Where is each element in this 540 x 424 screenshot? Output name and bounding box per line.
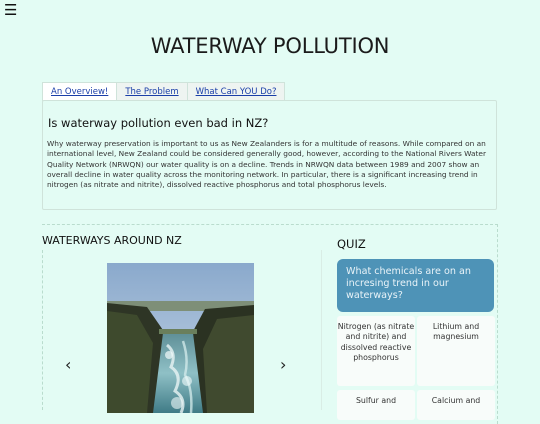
quiz-answer-option[interactable]: Sulfur and bbox=[337, 390, 415, 420]
overview-heading: Is waterway pollution even bad in NZ? bbox=[48, 116, 269, 130]
waterways-heading: WATERWAYS AROUND NZ bbox=[42, 234, 182, 247]
tab-overview[interactable]: An Overview! bbox=[42, 82, 118, 101]
tab-what-can-you-do[interactable]: What Can YOU Do? bbox=[186, 82, 286, 101]
quiz-answer-option[interactable]: Calcium and bbox=[417, 390, 495, 420]
quiz-heading: QUIZ bbox=[337, 237, 366, 251]
page-title: WATERWAY POLLUTION bbox=[150, 34, 390, 58]
quiz-answer-option[interactable]: Lithium and magnesium bbox=[417, 316, 495, 386]
tab-the-problem[interactable]: The Problem bbox=[116, 82, 188, 101]
carousel-prev-button[interactable]: ‹ bbox=[65, 357, 71, 373]
tab-bar: An Overview! The Problem What Can YOU Do… bbox=[42, 82, 286, 101]
image-carousel: ‹ › bbox=[42, 250, 322, 413]
overview-body-text: Why waterway preservation is important t… bbox=[47, 139, 486, 190]
waterfall-photo bbox=[107, 263, 254, 413]
overview-panel: Is waterway pollution even bad in NZ? Wh… bbox=[42, 100, 497, 210]
carousel-next-button[interactable]: › bbox=[280, 357, 286, 373]
quiz-question: What chemicals are on an incresing trend… bbox=[337, 259, 494, 312]
quiz-answer-option[interactable]: Nitrogen (as nitrate and nitrite) and di… bbox=[337, 316, 415, 386]
menu-icon[interactable]: ☰ bbox=[4, 3, 17, 18]
